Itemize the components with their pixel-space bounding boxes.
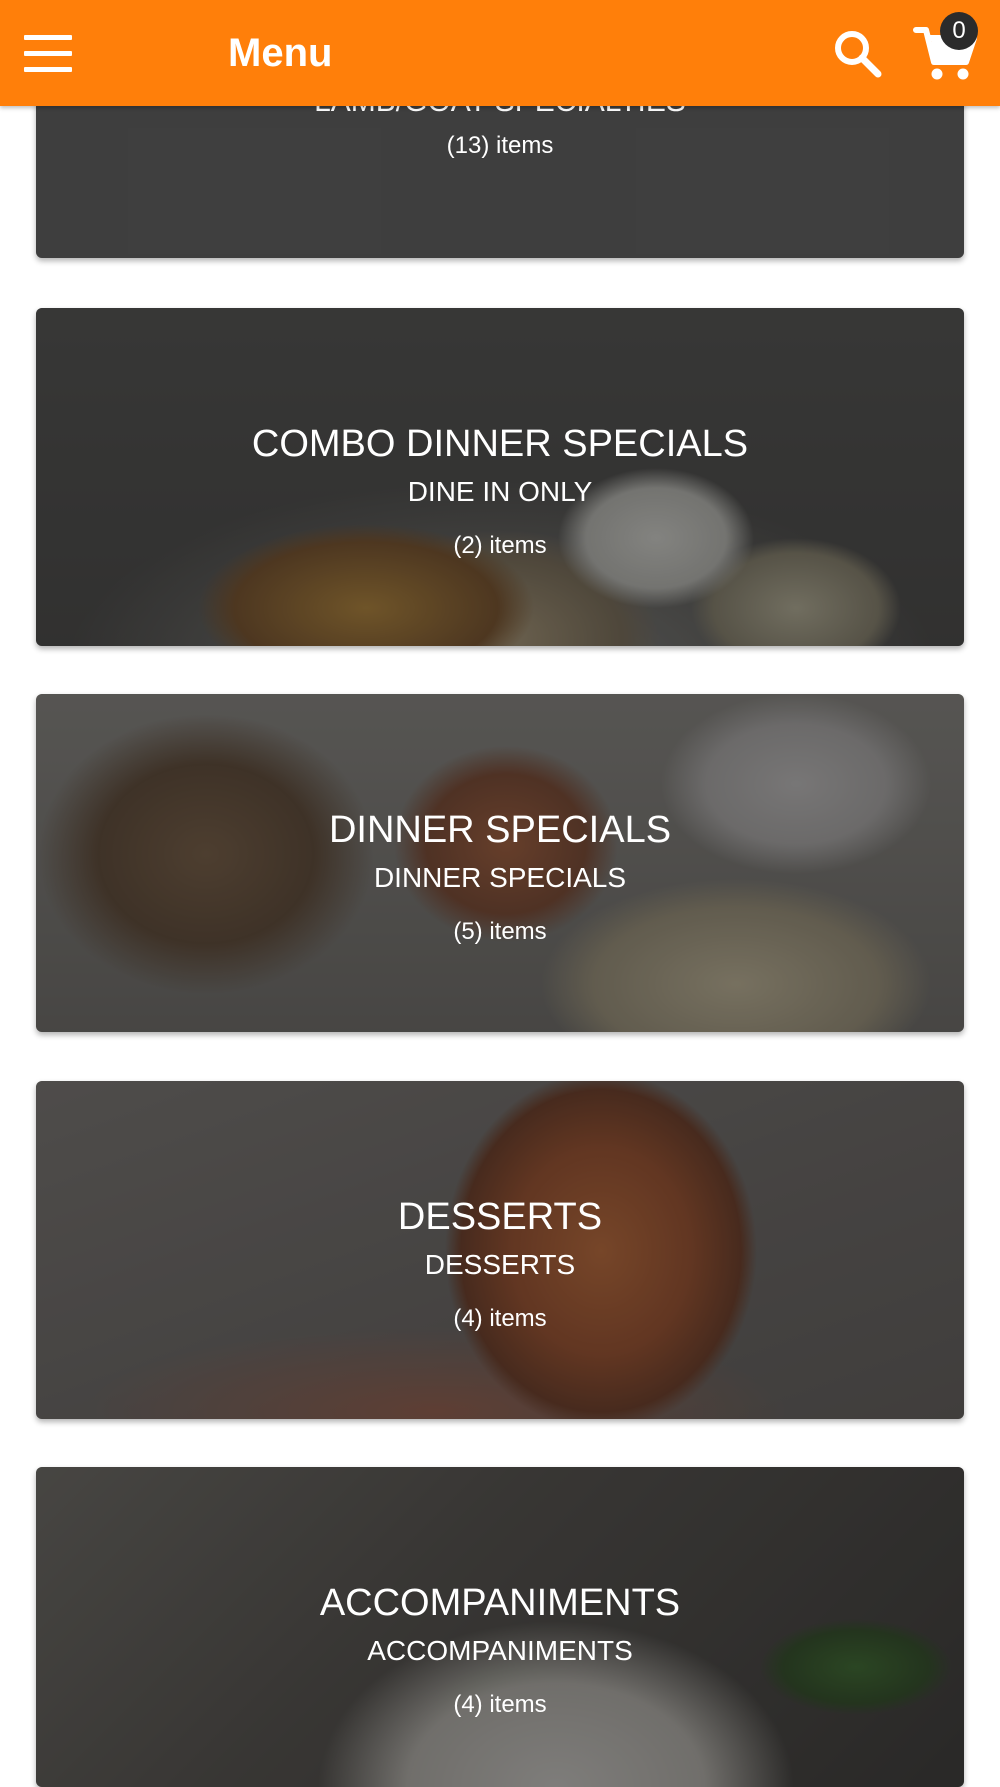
category-count: (5) items bbox=[453, 918, 547, 945]
category-title: DINNER SPECIALS bbox=[328, 809, 672, 851]
category-count: (4) items bbox=[453, 1691, 547, 1718]
category-card-dinner-specials[interactable]: DINNER SPECIALS DINNER SPECIALS (5) item… bbox=[36, 694, 964, 1032]
category-subtitle: DESSERTS bbox=[424, 1249, 576, 1280]
category-subtitle: DINNER SPECIALS bbox=[373, 862, 627, 893]
page-title: Menu bbox=[228, 31, 333, 75]
category-subtitle: DINE IN ONLY bbox=[407, 476, 593, 507]
category-card-accompaniments[interactable]: ACCOMPANIMENTS ACCOMPANIMENTS (4) items bbox=[36, 1467, 964, 1787]
category-count: (13) items bbox=[446, 132, 554, 159]
category-title: COMBO DINNER SPECIALS bbox=[251, 423, 749, 465]
hamburger-menu-icon[interactable] bbox=[18, 25, 78, 81]
cart-count-badge: 0 bbox=[940, 12, 978, 50]
search-icon[interactable] bbox=[828, 24, 888, 84]
category-title: DESSERTS bbox=[397, 1196, 603, 1238]
category-card-desserts[interactable]: DESSERTS DESSERTS (4) items bbox=[36, 1081, 964, 1419]
category-card-combo-dinner-specials[interactable]: COMBO DINNER SPECIALS DINE IN ONLY (2) i… bbox=[36, 308, 964, 646]
category-count: (4) items bbox=[453, 1305, 547, 1332]
app-bar: Menu 0 bbox=[0, 0, 1000, 106]
category-count: (2) items bbox=[453, 532, 547, 559]
category-title: ACCOMPANIMENTS bbox=[319, 1582, 681, 1624]
category-subtitle: ACCOMPANIMENTS bbox=[367, 1635, 633, 1666]
